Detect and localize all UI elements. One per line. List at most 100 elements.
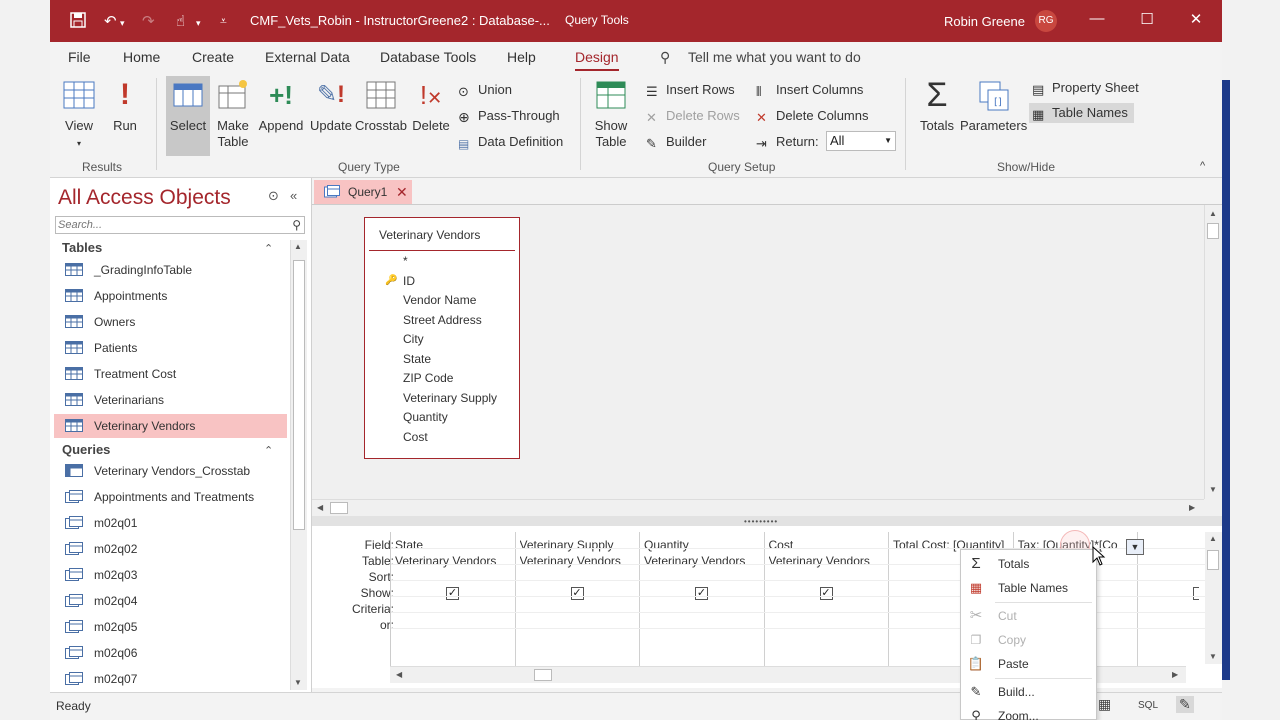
table-cell[interactable]: Veterinary Vendors [644, 554, 745, 568]
return-select[interactable]: All ▼ [826, 131, 896, 151]
sql-view-button[interactable]: SQL [1138, 700, 1158, 711]
field-list-title[interactable]: Veterinary Vendors [379, 228, 480, 242]
nav-table-item[interactable]: Owners [54, 310, 287, 334]
make-table-button[interactable]: Make Table [212, 78, 254, 156]
property-sheet-button[interactable]: ▤ Property Sheet [1032, 80, 1139, 97]
table-field-list[interactable]: Veterinary Vendors * 🔑 ID Vendor Name Street… [364, 217, 520, 459]
nav-query-item[interactable]: m02q07 [54, 667, 287, 691]
show-table-button[interactable]: Show Table [588, 78, 634, 156]
nav-query-item[interactable]: m02q03 [54, 563, 287, 587]
menu-item-paste[interactable]: 📋 Paste [961, 652, 1096, 676]
field-list-item[interactable]: Quantity [403, 410, 448, 424]
close-icon[interactable]: ✕ [1184, 10, 1208, 28]
nav-query-item[interactable]: Veterinary Vendors_Crosstab [54, 459, 287, 483]
menu-item-zoom[interactable]: ⚲ Zoom... [961, 704, 1096, 720]
nav-table-item[interactable]: _GradingInfoTable [54, 258, 287, 282]
select-button[interactable]: Select [166, 76, 210, 156]
menu-item-cut[interactable]: ✂ Cut [961, 604, 1096, 628]
field-cell[interactable]: Quantity [644, 538, 763, 552]
nav-query-item[interactable]: m02q02 [54, 537, 287, 561]
append-button[interactable]: +! Append [256, 78, 306, 156]
pane-splitter[interactable]: ••••••••• [312, 516, 1222, 526]
tell-me-search[interactable]: Tell me what you want to do [688, 49, 861, 65]
field-list-item[interactable]: State [403, 352, 431, 366]
run-button[interactable]: ! Run [106, 78, 144, 156]
collapse-queries-icon[interactable]: ⌃ [264, 444, 273, 457]
table-cell[interactable]: Veterinary Vendors [520, 554, 621, 568]
field-list-item[interactable]: * [403, 254, 408, 268]
undo-icon[interactable]: ↶ [104, 12, 117, 30]
menu-item-build[interactable]: ✎ Build... [961, 680, 1096, 704]
nav-query-item[interactable]: Appointments and Treatments [54, 485, 287, 509]
show-checkbox[interactable]: ✓ [819, 587, 833, 600]
field-list-item[interactable]: ZIP Code [403, 371, 453, 385]
field-list-item[interactable]: Veterinary Supply [403, 391, 497, 405]
field-cell[interactable]: Veterinary Supply [520, 538, 639, 552]
nav-search-input[interactable] [56, 217, 281, 233]
table-cell[interactable]: Veterinary Vendors [395, 554, 496, 568]
tab-external-data[interactable]: External Data [265, 49, 350, 65]
nav-pane-title[interactable]: All Access Objects [58, 186, 231, 210]
delete-columns-button[interactable]: ✕ Delete Columns [756, 108, 869, 125]
collapse-ribbon-icon[interactable]: ^ [1200, 160, 1205, 172]
upper-horizontal-scrollbar[interactable]: ◀ ▶ [312, 499, 1204, 516]
delete-query-button[interactable]: !✕ Delete [410, 78, 452, 156]
show-checkbox[interactable]: ✓ [695, 587, 708, 600]
datasheet-view-icon[interactable]: ▦ [1098, 696, 1111, 713]
nav-menu-icon[interactable]: ⊙ [268, 188, 279, 204]
insert-rows-button[interactable]: ☰ Insert Rows [646, 82, 735, 99]
nav-query-item[interactable]: m02q05 [54, 615, 287, 639]
parameters-button[interactable]: [] Parameters [960, 78, 1027, 156]
redo-icon[interactable]: ↷ [142, 12, 155, 30]
undo-dropdown-icon[interactable]: ▾ [120, 18, 125, 29]
shutter-bar-icon[interactable]: « [290, 188, 297, 203]
show-checkbox[interactable]: ✓ [570, 587, 584, 600]
table-cell[interactable]: Veterinary Vendors [769, 554, 870, 568]
delete-rows-button[interactable]: ✕ Delete Rows [646, 108, 740, 125]
upper-vertical-scrollbar[interactable]: ▲ ▼ [1204, 205, 1221, 499]
update-button[interactable]: ✎! Update [308, 78, 354, 156]
menu-item-totals[interactable]: Σ Totals [961, 552, 1096, 576]
field-list-item[interactable]: Street Address [403, 313, 482, 327]
save-icon[interactable] [70, 12, 86, 32]
minimize-icon[interactable]: — [1085, 10, 1109, 27]
grid-vertical-scrollbar[interactable]: ▲ ▼ [1205, 532, 1222, 664]
nav-query-item[interactable]: m02q04 [54, 589, 287, 613]
field-list-item[interactable]: Vendor Name [403, 293, 476, 307]
tab-database-tools[interactable]: Database Tools [380, 49, 476, 65]
queries-section-header[interactable]: Queries [62, 442, 110, 457]
crosstab-button[interactable]: Crosstab [354, 78, 408, 156]
collapse-tables-icon[interactable]: ⌃ [264, 242, 273, 255]
field-list-item[interactable]: City [403, 332, 424, 346]
insert-columns-button[interactable]: ⫴ Insert Columns [756, 82, 863, 99]
field-cell[interactable]: Cost [769, 538, 888, 552]
builder-button[interactable]: ✎ Builder [646, 134, 706, 151]
nav-table-item[interactable]: Veterinary Vendors [54, 414, 287, 438]
nav-scrollbar[interactable]: ▲ ▼ [290, 240, 307, 690]
search-icon[interactable]: ⚲ [292, 218, 301, 232]
grid-column[interactable]: Veterinary Supply Veterinary Vendors ✓ [516, 532, 640, 666]
tab-create[interactable]: Create [192, 49, 234, 65]
show-checkbox[interactable] [1193, 587, 1199, 600]
touch-mode-icon[interactable]: ☝ [176, 12, 185, 30]
nav-table-item[interactable]: Patients [54, 336, 287, 360]
view-button[interactable]: View ▾ [56, 78, 102, 156]
show-checkbox[interactable]: ✓ [446, 587, 459, 600]
nav-table-item[interactable]: Treatment Cost [54, 362, 287, 386]
union-button[interactable]: ⊙ Union [458, 82, 512, 99]
maximize-icon[interactable]: ☐ [1135, 10, 1159, 28]
tab-query1[interactable]: Query1 ✕ [314, 180, 412, 204]
pass-through-button[interactable]: ⊕ Pass-Through [458, 108, 560, 125]
design-view-icon[interactable]: ✎ [1176, 696, 1194, 713]
menu-item-copy[interactable]: ❐ Copy [961, 628, 1096, 652]
field-cell[interactable]: State [395, 538, 514, 552]
nav-query-item[interactable]: m02q01 [54, 511, 287, 535]
tab-file[interactable]: File [68, 49, 91, 65]
nav-table-item[interactable]: Veterinarians [54, 388, 287, 412]
customize-qat-icon[interactable]: ⩡ [220, 14, 227, 29]
field-dropdown-button[interactable]: ▼ [1126, 539, 1144, 555]
user-name[interactable]: Robin Greene [944, 14, 1025, 29]
nav-query-item[interactable]: m02q06 [54, 641, 287, 665]
tables-section-header[interactable]: Tables [62, 240, 102, 255]
field-list-item[interactable]: ID [403, 274, 415, 288]
